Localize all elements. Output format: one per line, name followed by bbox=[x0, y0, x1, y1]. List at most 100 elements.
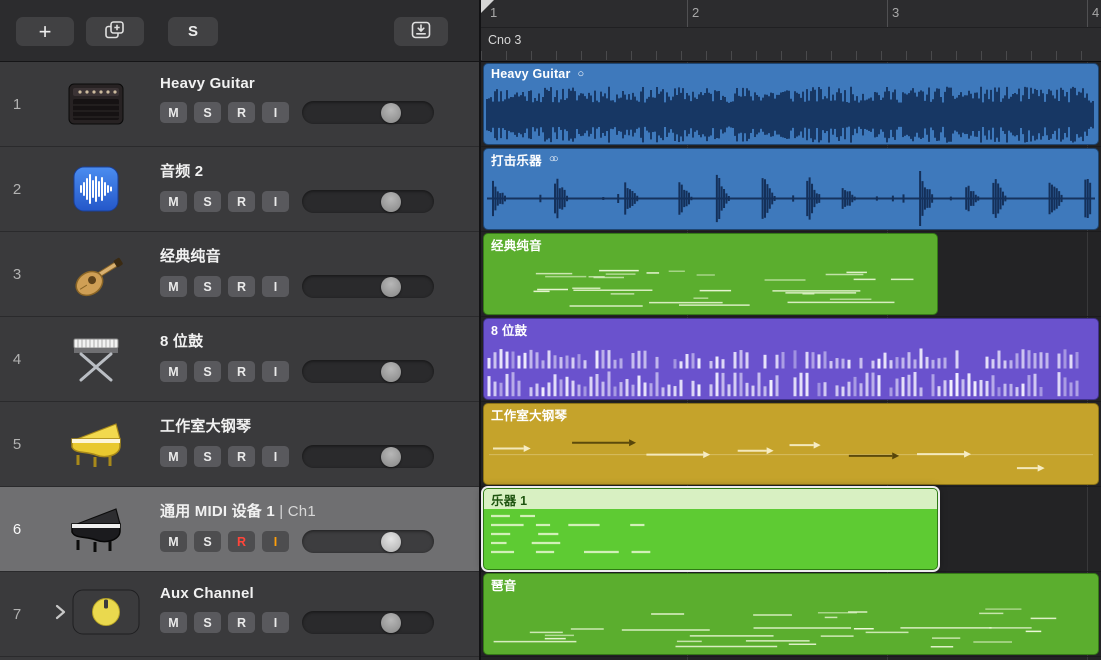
grand-piano-icon[interactable] bbox=[38, 402, 154, 486]
bar-ruler[interactable]: 1 2 3 4 Cno 3 bbox=[481, 0, 1101, 62]
track-lane[interactable]: Heavy Guitar ○ bbox=[481, 62, 1101, 147]
input-monitor-button[interactable]: I bbox=[262, 361, 289, 382]
duplicate-track-button[interactable] bbox=[86, 17, 144, 46]
record-enable-button[interactable]: R bbox=[228, 531, 255, 552]
solo-button[interactable]: S bbox=[194, 612, 221, 633]
import-icon bbox=[409, 20, 433, 43]
volume-slider[interactable] bbox=[302, 530, 434, 553]
audio-region[interactable]: Heavy Guitar ○ bbox=[483, 63, 1099, 145]
region-title: 琶音 bbox=[491, 578, 517, 593]
bar-number: 1 bbox=[490, 5, 498, 20]
track-name[interactable]: 8 位鼓 bbox=[160, 330, 434, 351]
midi-piano-icon[interactable] bbox=[38, 487, 154, 571]
record-enable-button[interactable]: R bbox=[228, 446, 255, 467]
track-name[interactable]: Heavy Guitar bbox=[160, 75, 434, 92]
input-monitor-button[interactable]: I bbox=[262, 102, 289, 123]
track-header[interactable]: 5 工作室大钢琴 M S R I bbox=[0, 402, 479, 487]
track-lane[interactable]: 打击乐器 ○○ bbox=[481, 147, 1101, 232]
volume-slider[interactable] bbox=[302, 190, 434, 213]
volume-slider[interactable] bbox=[302, 360, 434, 383]
track-lane[interactable]: 8 位鼓 bbox=[481, 317, 1101, 402]
track-import-button[interactable] bbox=[394, 17, 448, 46]
add-track-button[interactable]: + bbox=[16, 17, 74, 46]
loop-badge-icon: ○ bbox=[577, 68, 585, 80]
volume-slider[interactable] bbox=[302, 275, 434, 298]
guitar-icon[interactable] bbox=[38, 232, 154, 316]
input-monitor-button[interactable]: I bbox=[262, 446, 289, 467]
region-title: 打击乐器 bbox=[491, 153, 542, 168]
input-monitor-button[interactable]: I bbox=[262, 276, 289, 297]
audio-waveform-icon[interactable] bbox=[38, 147, 154, 231]
mute-button[interactable]: M bbox=[160, 361, 187, 382]
track-number: 5 bbox=[12, 435, 22, 453]
volume-knob[interactable] bbox=[381, 446, 401, 467]
audio-region[interactable]: 打击乐器 ○○ bbox=[483, 148, 1099, 230]
volume-knob[interactable] bbox=[381, 191, 401, 212]
region-title: Heavy Guitar bbox=[491, 67, 571, 81]
volume-slider[interactable] bbox=[302, 101, 434, 124]
track-lane[interactable]: 工作室大钢琴 bbox=[481, 402, 1101, 487]
track-name[interactable]: 通用 MIDI 设备 1 | Ch1 bbox=[160, 500, 434, 521]
volume-slider[interactable] bbox=[302, 445, 434, 468]
marker-label[interactable]: Cno 3 bbox=[488, 33, 521, 47]
arrange-area[interactable]: 1 2 3 4 Cno 3 Heavy Guitar ○ 打击乐器 ○○ 经典纯… bbox=[481, 0, 1101, 660]
volume-knob[interactable] bbox=[381, 361, 401, 382]
volume-knob[interactable] bbox=[381, 531, 401, 552]
track-header[interactable]: 7 Aux Channel M S R I bbox=[0, 572, 479, 657]
record-enable-button[interactable]: R bbox=[228, 612, 255, 633]
track-header[interactable]: 4 8 位鼓 M S R I bbox=[0, 317, 479, 402]
track-lane[interactable]: 乐器 1 bbox=[481, 487, 1101, 572]
input-monitor-button[interactable]: I bbox=[262, 191, 289, 212]
record-enable-button[interactable]: R bbox=[228, 276, 255, 297]
region-title: 乐器 1 bbox=[491, 493, 528, 508]
track-lanes: Heavy Guitar ○ 打击乐器 ○○ 经典纯音 8 位鼓 工作室大钢琴 … bbox=[481, 62, 1101, 660]
region-title: 8 位鼓 bbox=[491, 323, 528, 338]
track-name[interactable]: 音频 2 bbox=[160, 160, 434, 181]
midi-region-selected[interactable]: 乐器 1 bbox=[483, 488, 938, 570]
solo-button[interactable]: S bbox=[194, 191, 221, 212]
solo-button[interactable]: S bbox=[194, 361, 221, 382]
disclosure-arrow-icon[interactable] bbox=[53, 603, 67, 626]
region-notes bbox=[485, 594, 1097, 653]
track-header[interactable]: 2 音频 2 M S R I bbox=[0, 147, 479, 232]
keyboard-stand-icon[interactable] bbox=[38, 317, 154, 401]
solo-button[interactable]: S bbox=[194, 276, 221, 297]
solo-button[interactable]: S bbox=[194, 531, 221, 552]
solo-mode-button[interactable]: S bbox=[168, 17, 218, 46]
solo-button[interactable]: S bbox=[194, 446, 221, 467]
volume-knob[interactable] bbox=[381, 612, 401, 633]
track-header-selected[interactable]: 6 通用 MIDI 设备 1 | Ch1 M S R I bbox=[0, 487, 479, 572]
track-lane[interactable]: 经典纯音 bbox=[481, 232, 1101, 317]
midi-region[interactable]: 琶音 bbox=[483, 573, 1099, 655]
input-monitor-button[interactable]: I bbox=[262, 531, 289, 552]
track-name[interactable]: Aux Channel bbox=[160, 585, 434, 602]
mute-button[interactable]: M bbox=[160, 531, 187, 552]
mute-button[interactable]: M bbox=[160, 276, 187, 297]
mute-button[interactable]: M bbox=[160, 102, 187, 123]
mute-button[interactable]: M bbox=[160, 612, 187, 633]
record-enable-button[interactable]: R bbox=[228, 102, 255, 123]
track-name[interactable]: 经典纯音 bbox=[160, 245, 434, 266]
record-enable-button[interactable]: R bbox=[228, 191, 255, 212]
solo-button[interactable]: S bbox=[194, 102, 221, 123]
midi-region[interactable]: 经典纯音 bbox=[483, 233, 938, 315]
input-monitor-button[interactable]: I bbox=[262, 612, 289, 633]
bar-number: 2 bbox=[692, 5, 700, 20]
track-number: 4 bbox=[12, 350, 22, 368]
amp-icon[interactable] bbox=[38, 62, 154, 146]
volume-knob[interactable] bbox=[381, 276, 401, 297]
region-notes bbox=[485, 339, 1097, 398]
bar-tick bbox=[1087, 0, 1088, 27]
volume-knob[interactable] bbox=[381, 102, 401, 123]
volume-slider[interactable] bbox=[302, 611, 434, 634]
record-enable-button[interactable]: R bbox=[228, 361, 255, 382]
track-header[interactable]: 1 Heavy Guitar M S R I bbox=[0, 62, 479, 147]
aux-knob-icon[interactable] bbox=[72, 589, 140, 640]
mute-button[interactable]: M bbox=[160, 191, 187, 212]
track-name[interactable]: 工作室大钢琴 bbox=[160, 415, 434, 436]
midi-region[interactable]: 8 位鼓 bbox=[483, 318, 1099, 400]
midi-region[interactable]: 工作室大钢琴 bbox=[483, 403, 1099, 485]
track-lane[interactable]: 琶音 bbox=[481, 572, 1101, 657]
mute-button[interactable]: M bbox=[160, 446, 187, 467]
track-header[interactable]: 3 经典纯音 M S R I bbox=[0, 232, 479, 317]
